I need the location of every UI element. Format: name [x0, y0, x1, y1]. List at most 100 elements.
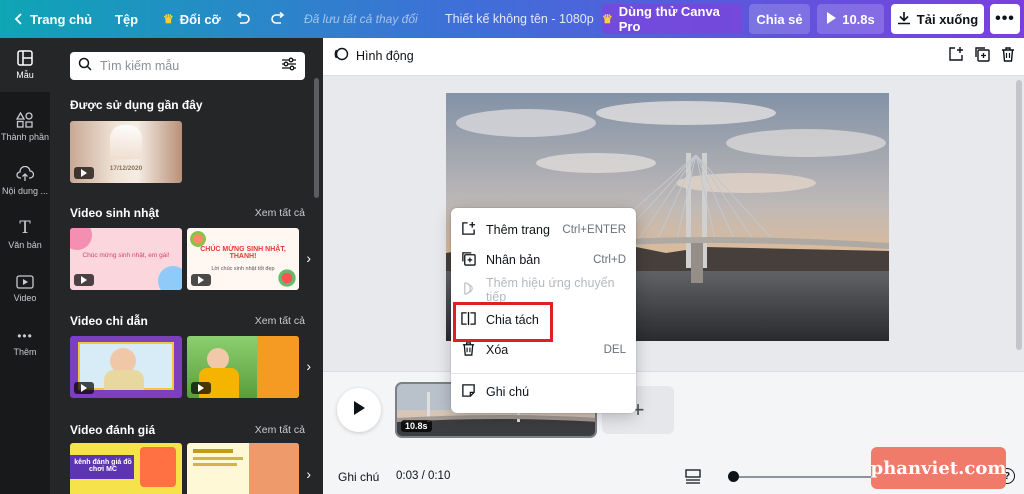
- menu-item-add-transition: Thêm hiệu ứng chuyển tiếp: [451, 275, 636, 305]
- try-pro-label: Dùng thử Canva Pro: [618, 4, 720, 34]
- playback-time: 0:03 / 0:10: [396, 470, 451, 482]
- filter-icon[interactable]: [281, 57, 297, 76]
- crown-icon: ♛: [602, 12, 613, 26]
- thumb-subtext: Lời chúc sinh nhật tốt đẹp: [211, 266, 275, 272]
- file-menu[interactable]: Tệp: [115, 0, 138, 38]
- chevron-right-icon[interactable]: ›: [306, 466, 311, 482]
- side-navigation: Mẫu Thành phần Nội dung ... T Văn bản Vi…: [0, 38, 50, 494]
- upload-icon: [16, 166, 34, 182]
- see-all-birthday[interactable]: Xem tất cả: [255, 207, 305, 219]
- save-status: Đã lưu tất cả thay đổi: [304, 12, 418, 26]
- notes-button[interactable]: Ghi chú: [338, 470, 379, 484]
- rail-label: Thành phần: [0, 132, 50, 142]
- chevron-right-icon[interactable]: ›: [306, 358, 311, 374]
- video-badge-icon: [74, 382, 94, 394]
- section-title-review: Video đánh giá: [70, 423, 156, 437]
- more-options-button[interactable]: •••: [990, 4, 1020, 34]
- try-pro-button[interactable]: ♛ Dùng thử Canva Pro: [602, 4, 742, 34]
- animate-button[interactable]: Hình động: [333, 46, 414, 65]
- play-preview-button[interactable]: 10.8s: [817, 4, 884, 34]
- play-button[interactable]: [337, 388, 381, 432]
- see-all-review[interactable]: Xem tất cả: [255, 424, 305, 436]
- template-thumb-recent[interactable]: 17/12/2020: [70, 121, 182, 183]
- chevron-right-icon[interactable]: ›: [306, 250, 311, 266]
- template-thumb-birthday-2[interactable]: CHÚC MỪNG SINH NHẬT, THANH! Lời chúc sin…: [187, 228, 299, 290]
- home-button[interactable]: Trang chủ: [14, 0, 92, 38]
- rail-label: Video: [13, 293, 37, 303]
- add-page-icon: [461, 221, 476, 239]
- rail-label: Thêm: [13, 347, 37, 357]
- menu-label: Ghi chú: [486, 385, 530, 399]
- template-thumb-review-2[interactable]: [187, 443, 299, 494]
- search-input[interactable]: [100, 59, 273, 73]
- rail-item-text[interactable]: T Văn bản: [0, 208, 50, 262]
- video-badge-icon: [74, 167, 94, 179]
- rail-item-video[interactable]: Video: [0, 262, 50, 316]
- page-tools: [948, 46, 1016, 67]
- animate-label: Hình động: [356, 48, 414, 63]
- download-button[interactable]: Tải xuống: [891, 4, 984, 34]
- resize-button[interactable]: ♛ Đổi cỡ: [163, 0, 221, 38]
- menu-item-notes[interactable]: Ghi chú: [451, 377, 636, 407]
- note-icon: [461, 383, 476, 401]
- menu-item-add-page[interactable]: Thêm trang Ctrl+ENTER: [451, 215, 636, 245]
- grid-view-icon[interactable]: [685, 468, 701, 489]
- duplicate-icon: [461, 251, 476, 269]
- search-box[interactable]: [70, 52, 305, 80]
- zoom-slider-track[interactable]: [733, 476, 873, 478]
- video-badge-icon: [74, 274, 94, 286]
- menu-label: Thêm trang: [486, 223, 550, 237]
- highlight-box-split: [453, 302, 553, 342]
- rail-item-uploads[interactable]: Nội dung ...: [0, 154, 50, 208]
- video-icon: [16, 275, 34, 289]
- video-badge-icon: [191, 382, 211, 394]
- trash-icon[interactable]: [1000, 46, 1016, 67]
- undo-button[interactable]: [235, 0, 251, 38]
- section-title-tutorial: Video chỉ dẫn: [70, 314, 148, 328]
- transition-icon: [461, 281, 476, 299]
- thumb-text: kênh đánh giá đồ chơi MC: [74, 459, 132, 473]
- more-icon: •••: [17, 329, 33, 343]
- elements-icon: [16, 112, 34, 128]
- trash-icon: [461, 341, 476, 359]
- redo-icon: [270, 12, 286, 26]
- panel-scrollbar[interactable]: [314, 78, 319, 198]
- menu-label: Thêm hiệu ứng chuyển tiếp: [486, 276, 615, 304]
- template-thumb-tutorial-1[interactable]: [70, 336, 182, 398]
- rail-label: Nội dung ...: [1, 186, 49, 196]
- canvas-scrollbar[interactable]: [1016, 80, 1022, 360]
- play-icon: [353, 400, 365, 420]
- search-icon: [78, 57, 92, 76]
- menu-divider: [451, 373, 636, 374]
- crown-icon: ♛: [163, 12, 174, 26]
- add-page-icon[interactable]: [948, 46, 964, 67]
- menu-shortcut: Ctrl+D: [593, 254, 626, 266]
- menu-item-duplicate[interactable]: Nhân bản Ctrl+D: [451, 245, 636, 275]
- rail-item-elements[interactable]: Thành phần: [0, 100, 50, 154]
- section-title-recent: Được sử dụng gần đây: [70, 98, 203, 112]
- duplicate-page-icon[interactable]: [974, 46, 990, 67]
- thumb-text: Chúc mừng sinh nhật, em gái!: [82, 252, 170, 259]
- share-button[interactable]: Chia sẻ: [749, 4, 810, 34]
- rail-label: Văn bản: [8, 240, 42, 250]
- menu-shortcut: Ctrl+ENTER: [562, 224, 626, 236]
- play-icon: [826, 11, 837, 27]
- text-icon: T: [19, 218, 31, 238]
- resize-label: Đổi cỡ: [179, 11, 221, 27]
- rail-item-more[interactable]: ••• Thêm: [0, 316, 50, 370]
- see-all-tutorial[interactable]: Xem tất cả: [255, 315, 305, 327]
- chevron-left-icon: [14, 13, 24, 25]
- document-title[interactable]: Thiết kế không tên - 1080p: [445, 0, 594, 38]
- home-label: Trang chủ: [30, 11, 93, 27]
- menu-label: Xóa: [486, 343, 509, 357]
- template-icon: [17, 50, 33, 66]
- template-thumb-tutorial-2[interactable]: [187, 336, 299, 398]
- redo-button[interactable]: [270, 0, 286, 38]
- top-toolbar: Trang chủ Tệp ♛ Đổi cỡ Đã lưu tất cả tha…: [0, 0, 1024, 38]
- more-horizontal-icon: •••: [995, 10, 1015, 27]
- zoom-slider-handle[interactable]: [728, 471, 739, 482]
- template-thumb-birthday-1[interactable]: Chúc mừng sinh nhật, em gái!: [70, 228, 182, 290]
- rail-item-templates[interactable]: Mẫu: [0, 38, 50, 92]
- template-thumb-review-1[interactable]: kênh đánh giá đồ chơi MC: [70, 443, 182, 494]
- section-title-birthday: Video sinh nhật: [70, 206, 160, 220]
